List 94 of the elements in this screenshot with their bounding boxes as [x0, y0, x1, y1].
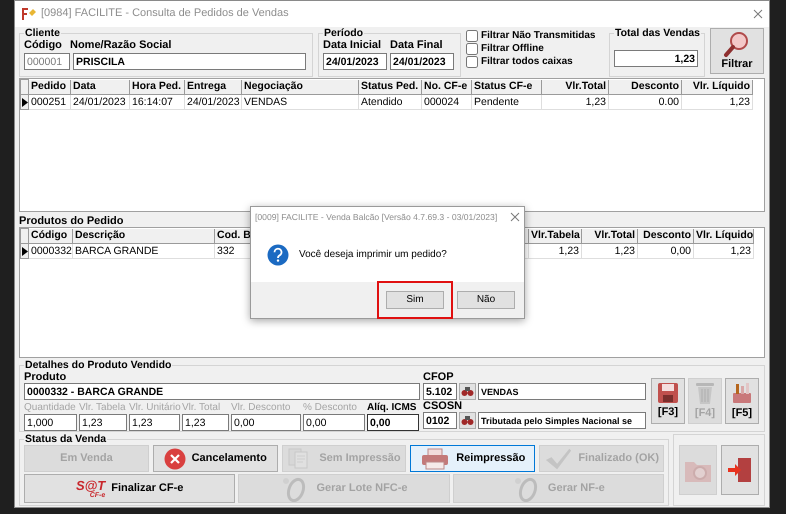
column-header[interactable]: Data [70, 80, 130, 94]
group-title: Status da Venda [24, 434, 108, 445]
column-header[interactable]: Vlr.Total [582, 228, 638, 244]
column-header[interactable]: Vlr. Líquido [682, 80, 752, 94]
checkbox[interactable] [466, 30, 478, 42]
group-title: Cliente [24, 28, 62, 39]
total-field[interactable]: 1,23 [614, 50, 698, 67]
product-field[interactable]: 0000332 - BARCA GRANDE [24, 383, 420, 400]
table-cell: Atendido [358, 94, 422, 110]
save-icon [657, 382, 679, 404]
field-label: % Desconto [303, 402, 358, 414]
date-field[interactable]: 24/01/2023 [323, 53, 387, 70]
table-cell: 0,00 [638, 244, 694, 258]
cancel-icon [164, 448, 186, 470]
table-cell: 000024 [422, 94, 472, 110]
dialog-message: Você deseja imprimir um pedido? [299, 248, 447, 260]
table-cell: BARCA GRANDE [72, 244, 214, 258]
checkbox-label: Filtrar todos caixas [481, 56, 573, 68]
column-header[interactable]: Negociação [242, 80, 358, 94]
column-header[interactable]: Desconto [638, 228, 694, 244]
field-label: Vlr. Tabela [79, 402, 127, 414]
table-cell: 24/01/2023 [70, 94, 130, 110]
column-header[interactable]: Desconto [608, 80, 682, 94]
close-icon[interactable] [753, 9, 763, 19]
field-label: Código [24, 39, 63, 51]
field-label: CFOP [423, 371, 455, 383]
toolbox-icon [730, 381, 754, 406]
field-label: Quantidade [24, 402, 77, 414]
group-title: Total das Vendas [614, 28, 701, 39]
table-cell: 000251 [28, 94, 70, 110]
group-title: Período [323, 28, 364, 39]
column-header[interactable]: Pedido [28, 80, 70, 94]
table-cell: Pendente [472, 94, 542, 110]
side-button[interactable] [721, 445, 759, 495]
trash-icon [694, 381, 716, 406]
filter-button[interactable]: Filtrar [710, 28, 764, 74]
window-title: [0984] FACILITE - Consulta de Pedidos de Vendas [41, 7, 289, 21]
field-label: Alíq. ICMS [367, 402, 418, 414]
status-button[interactable]: Cancelamento [152, 445, 278, 472]
lookup-button[interactable] [459, 383, 476, 400]
dialog-button[interactable]: Sim [386, 291, 444, 309]
table-cell: 1,23 [542, 94, 608, 110]
column-header[interactable]: Descrição [72, 228, 214, 244]
column-header[interactable]: Vlr.Total [542, 80, 608, 94]
checkbox[interactable] [466, 56, 478, 68]
table-cell: 1,23 [528, 244, 582, 258]
field-label: Data Final [390, 39, 443, 51]
code-field[interactable]: 5.102 [423, 383, 457, 400]
checkbox[interactable] [466, 43, 478, 55]
column-header[interactable]: No. CF-e [422, 80, 472, 94]
column-header[interactable]: Status CF-e [472, 80, 542, 94]
action-button[interactable]: [F5] [725, 378, 759, 424]
table-cell: 1,23 [694, 244, 754, 258]
group-title: Detalhes do Produto Vendido [24, 360, 172, 371]
field-label: Vlr. Unitário [129, 402, 180, 414]
table-cell: VENDAS [242, 94, 358, 110]
field-label: Nome/Razão Social [70, 39, 172, 51]
lookup-button[interactable] [459, 412, 476, 429]
table-cell: 1,23 [582, 244, 638, 258]
table-cell: 0000332 [28, 244, 72, 258]
dialog-title: [0009] FACILITE - Venda Balcão [Versão 4.7.69.3 - 03/01/2023] [255, 212, 498, 222]
column-header[interactable]: Vlr. Líquido [694, 228, 754, 244]
input-field[interactable]: 0,00 [367, 414, 419, 431]
field-label: CSOSN [423, 400, 464, 412]
printer-icon [420, 448, 450, 470]
section-title: Produtos do Pedido [19, 215, 124, 227]
table-cell: 24/01/2023 [184, 94, 242, 110]
column-header[interactable]: Código [28, 228, 72, 244]
checkbox-label: Filtrar Offline [481, 43, 544, 55]
table-cell: 16:14:07 [130, 94, 184, 110]
field-label: Data Inicial [323, 39, 382, 51]
code-field[interactable]: 0102 [423, 412, 457, 429]
table-cell: 1,23 [682, 94, 752, 110]
column-header[interactable]: Entrega [184, 80, 242, 94]
date-field[interactable]: 24/01/2023 [390, 53, 454, 70]
name-field[interactable]: PRISCILA [73, 53, 306, 70]
status-button[interactable]: Reimpressão [410, 445, 536, 472]
description-field[interactable]: Tributada pelo Simples Nacional se [478, 412, 646, 429]
question-icon [267, 244, 289, 266]
action-button[interactable]: [F3] [651, 378, 685, 424]
checkbox-label: Filtrar Não Transmitidas [481, 30, 596, 42]
column-header[interactable]: Status Ped. [358, 80, 422, 94]
app-icon [21, 7, 37, 21]
code-field[interactable]: 000001 [24, 53, 70, 70]
field-label: Produto [24, 371, 68, 383]
description-field[interactable]: VENDAS [478, 383, 646, 400]
table-cell: 0.00 [608, 94, 682, 110]
column-header[interactable]: Hora Ped. [130, 80, 184, 94]
field-label: Vlr. Total [182, 402, 222, 414]
column-header[interactable]: Vlr.Tabela [528, 228, 582, 244]
dialog-button[interactable]: Não [457, 291, 515, 309]
close-icon[interactable] [510, 212, 520, 222]
checkmark-icon [544, 446, 572, 470]
field-label: Vlr. Desconto [231, 402, 292, 414]
